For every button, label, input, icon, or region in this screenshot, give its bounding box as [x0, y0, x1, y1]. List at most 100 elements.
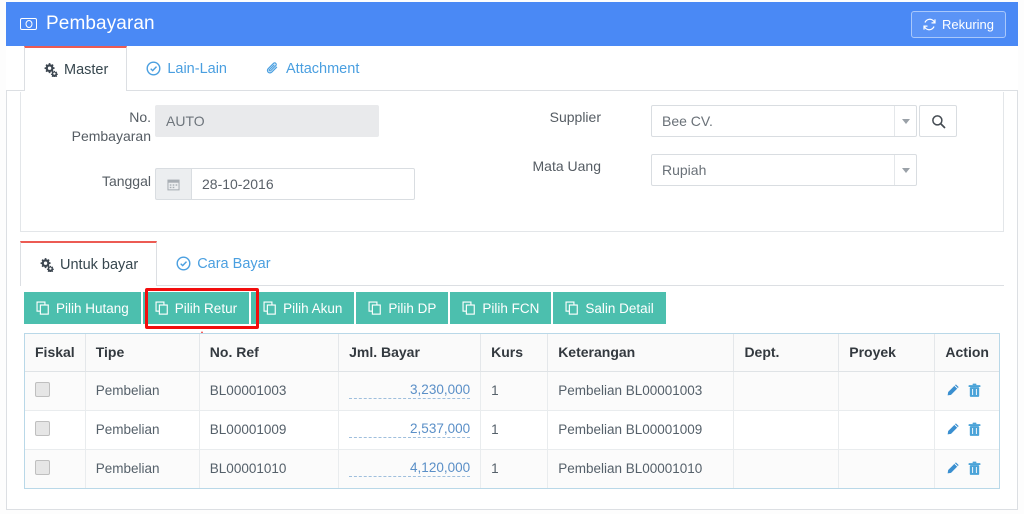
column-header-fiskal: Fiskal — [25, 334, 86, 372]
pilih-hutang-button[interactable]: Pilih Hutang — [24, 292, 141, 324]
cell-keterangan: Pembelian BL00001009 — [547, 410, 735, 450]
cell-keterangan: Pembelian BL00001003 — [547, 371, 735, 411]
paperclip-icon — [265, 61, 280, 76]
pilih-retur-button[interactable]: Pilih Retur — [142, 292, 250, 324]
tanggal-input[interactable]: 28-10-2016 — [191, 168, 415, 200]
no-pembayaran-field[interactable]: AUTO — [155, 105, 379, 137]
cell-keterangan: Pembelian BL00001010 — [547, 449, 735, 488]
supplier-select[interactable]: Bee CV. — [651, 105, 917, 137]
tab-cara-bayar[interactable]: Cara Bayar — [157, 241, 289, 285]
delete-icon[interactable] — [967, 383, 982, 398]
pilih-hutang-label: Pilih Hutang — [56, 300, 129, 316]
pilih-dp-label: Pilih DP — [388, 300, 437, 316]
master-tabstrip: Master Lain-Lain Attachment — [6, 46, 1018, 91]
pilih-fcn-button[interactable]: Pilih FCN — [450, 292, 552, 324]
cell-action — [934, 371, 999, 411]
cell-dept — [733, 449, 840, 488]
column-header-keterangan: Keterangan — [547, 334, 735, 372]
cell-fiskal — [25, 449, 86, 488]
cell-no-ref: BL00001009 — [199, 410, 340, 450]
copy-icon — [263, 301, 276, 315]
tanggal-label: Tanggal — [101, 173, 151, 189]
amount-editable[interactable]: 3,230,000 — [349, 382, 471, 399]
amount-editable[interactable]: 4,120,000 — [349, 460, 471, 477]
payment-form-page: Pembayaran Rekuring Master Lain-Lain Att… — [0, 0, 1024, 514]
row-checkbox[interactable] — [35, 381, 50, 397]
search-icon — [931, 114, 945, 128]
copy-icon — [462, 301, 476, 315]
cell-fiskal — [25, 371, 86, 411]
table-row[interactable]: Pembelian BL00001009 2,537,000 1 Pembeli… — [25, 410, 999, 450]
master-form-card: No. Pembayaran AUTO Tanggal 28-10-2016 S — [20, 92, 1004, 232]
check-circle-icon — [146, 61, 161, 76]
supplier-search-button[interactable] — [919, 105, 957, 137]
edit-icon[interactable] — [945, 422, 960, 437]
tab-untuk-bayar[interactable]: Untuk bayar — [20, 241, 158, 286]
cell-action — [934, 449, 999, 488]
no-pembayaran-label: No. Pembayaran — [51, 108, 151, 146]
delete-icon[interactable] — [967, 422, 982, 437]
cell-no-ref: BL00001010 — [199, 449, 340, 488]
delete-icon[interactable] — [967, 461, 982, 476]
tab-untuk-bayar-label: Untuk bayar — [60, 256, 139, 273]
table-row[interactable]: Pembelian BL00001003 3,230,000 1 Pembeli… — [25, 371, 999, 411]
gears-icon — [43, 62, 58, 77]
copy-icon — [565, 301, 579, 315]
pilih-dp-button[interactable]: Pilih DP — [356, 292, 449, 324]
edit-icon[interactable] — [945, 383, 960, 398]
cell-jml-bayar: 2,537,000 — [338, 410, 482, 450]
recurring-button-label: Rekuring — [941, 16, 994, 32]
payment-detail-table: Fiskal Tipe No. Ref Jml. Bayar Kurs Kete… — [24, 333, 1000, 489]
copy-icon — [36, 301, 49, 315]
cell-proyek — [838, 410, 936, 450]
copy-icon — [368, 301, 382, 315]
cell-proyek — [838, 371, 936, 411]
cell-fiskal — [25, 410, 86, 450]
salin-detail-button[interactable]: Salin Detail — [553, 292, 666, 324]
row-checkbox[interactable] — [35, 459, 50, 475]
table-row[interactable]: Pembelian BL00001010 4,120,000 1 Pembeli… — [25, 449, 999, 488]
recurring-button[interactable]: Rekuring — [910, 10, 1006, 38]
no-pembayaran-label-line2: Pembayaran — [71, 128, 151, 144]
tab-cara-bayar-label: Cara Bayar — [197, 255, 271, 272]
column-header-proyek: Proyek — [838, 334, 936, 372]
amount-editable[interactable]: 2,537,000 — [349, 421, 471, 438]
tab-lain-lain-label: Lain-Lain — [167, 60, 227, 77]
tab-master-label: Master — [64, 61, 109, 78]
page-title: Pembayaran — [46, 13, 155, 34]
mata-uang-label: Mata Uang — [532, 158, 601, 174]
salin-detail-label: Salin Detail — [585, 300, 654, 316]
copy-icon — [155, 301, 168, 315]
tab-master[interactable]: Master — [24, 46, 128, 91]
title-group: Pembayaran — [20, 13, 155, 35]
sync-icon — [923, 18, 936, 30]
calendar-icon[interactable] — [155, 168, 191, 200]
tab-attachment[interactable]: Attachment — [246, 46, 378, 90]
chevron-down-icon[interactable] — [894, 106, 916, 136]
pilih-retur-label: Pilih Retur — [174, 300, 238, 316]
column-header-no-ref: No. Ref — [199, 334, 340, 372]
cell-kurs: 1 — [480, 371, 549, 411]
cell-tipe: Pembelian — [85, 449, 200, 488]
pilih-akun-button[interactable]: Pilih Akun — [251, 292, 355, 324]
mata-uang-value: Rupiah — [662, 162, 707, 178]
row-checkbox[interactable] — [35, 420, 50, 436]
gears-icon — [39, 257, 54, 272]
cell-action — [934, 410, 999, 450]
check-circle-icon — [176, 256, 191, 271]
tab-lain-lain[interactable]: Lain-Lain — [127, 46, 246, 90]
tab-attachment-label: Attachment — [286, 60, 360, 77]
edit-icon[interactable] — [945, 461, 960, 476]
detail-toolbar: Pilih Hutang Pilih Retur Pilih Akun Pili… — [24, 292, 666, 324]
table-header-row: Fiskal Tipe No. Ref Jml. Bayar Kurs Kete… — [25, 334, 999, 372]
cell-dept — [733, 371, 840, 411]
cell-dept — [733, 410, 840, 450]
mata-uang-select[interactable]: Rupiah — [651, 154, 917, 186]
supplier-label: Supplier — [549, 109, 601, 125]
chevron-down-icon[interactable] — [894, 155, 916, 185]
cell-jml-bayar: 3,230,000 — [338, 371, 482, 411]
cell-tipe: Pembelian — [85, 371, 200, 411]
cell-jml-bayar: 4,120,000 — [338, 449, 482, 488]
column-header-dept: Dept. — [733, 334, 840, 372]
tanggal-field-group[interactable]: 28-10-2016 — [155, 168, 415, 200]
